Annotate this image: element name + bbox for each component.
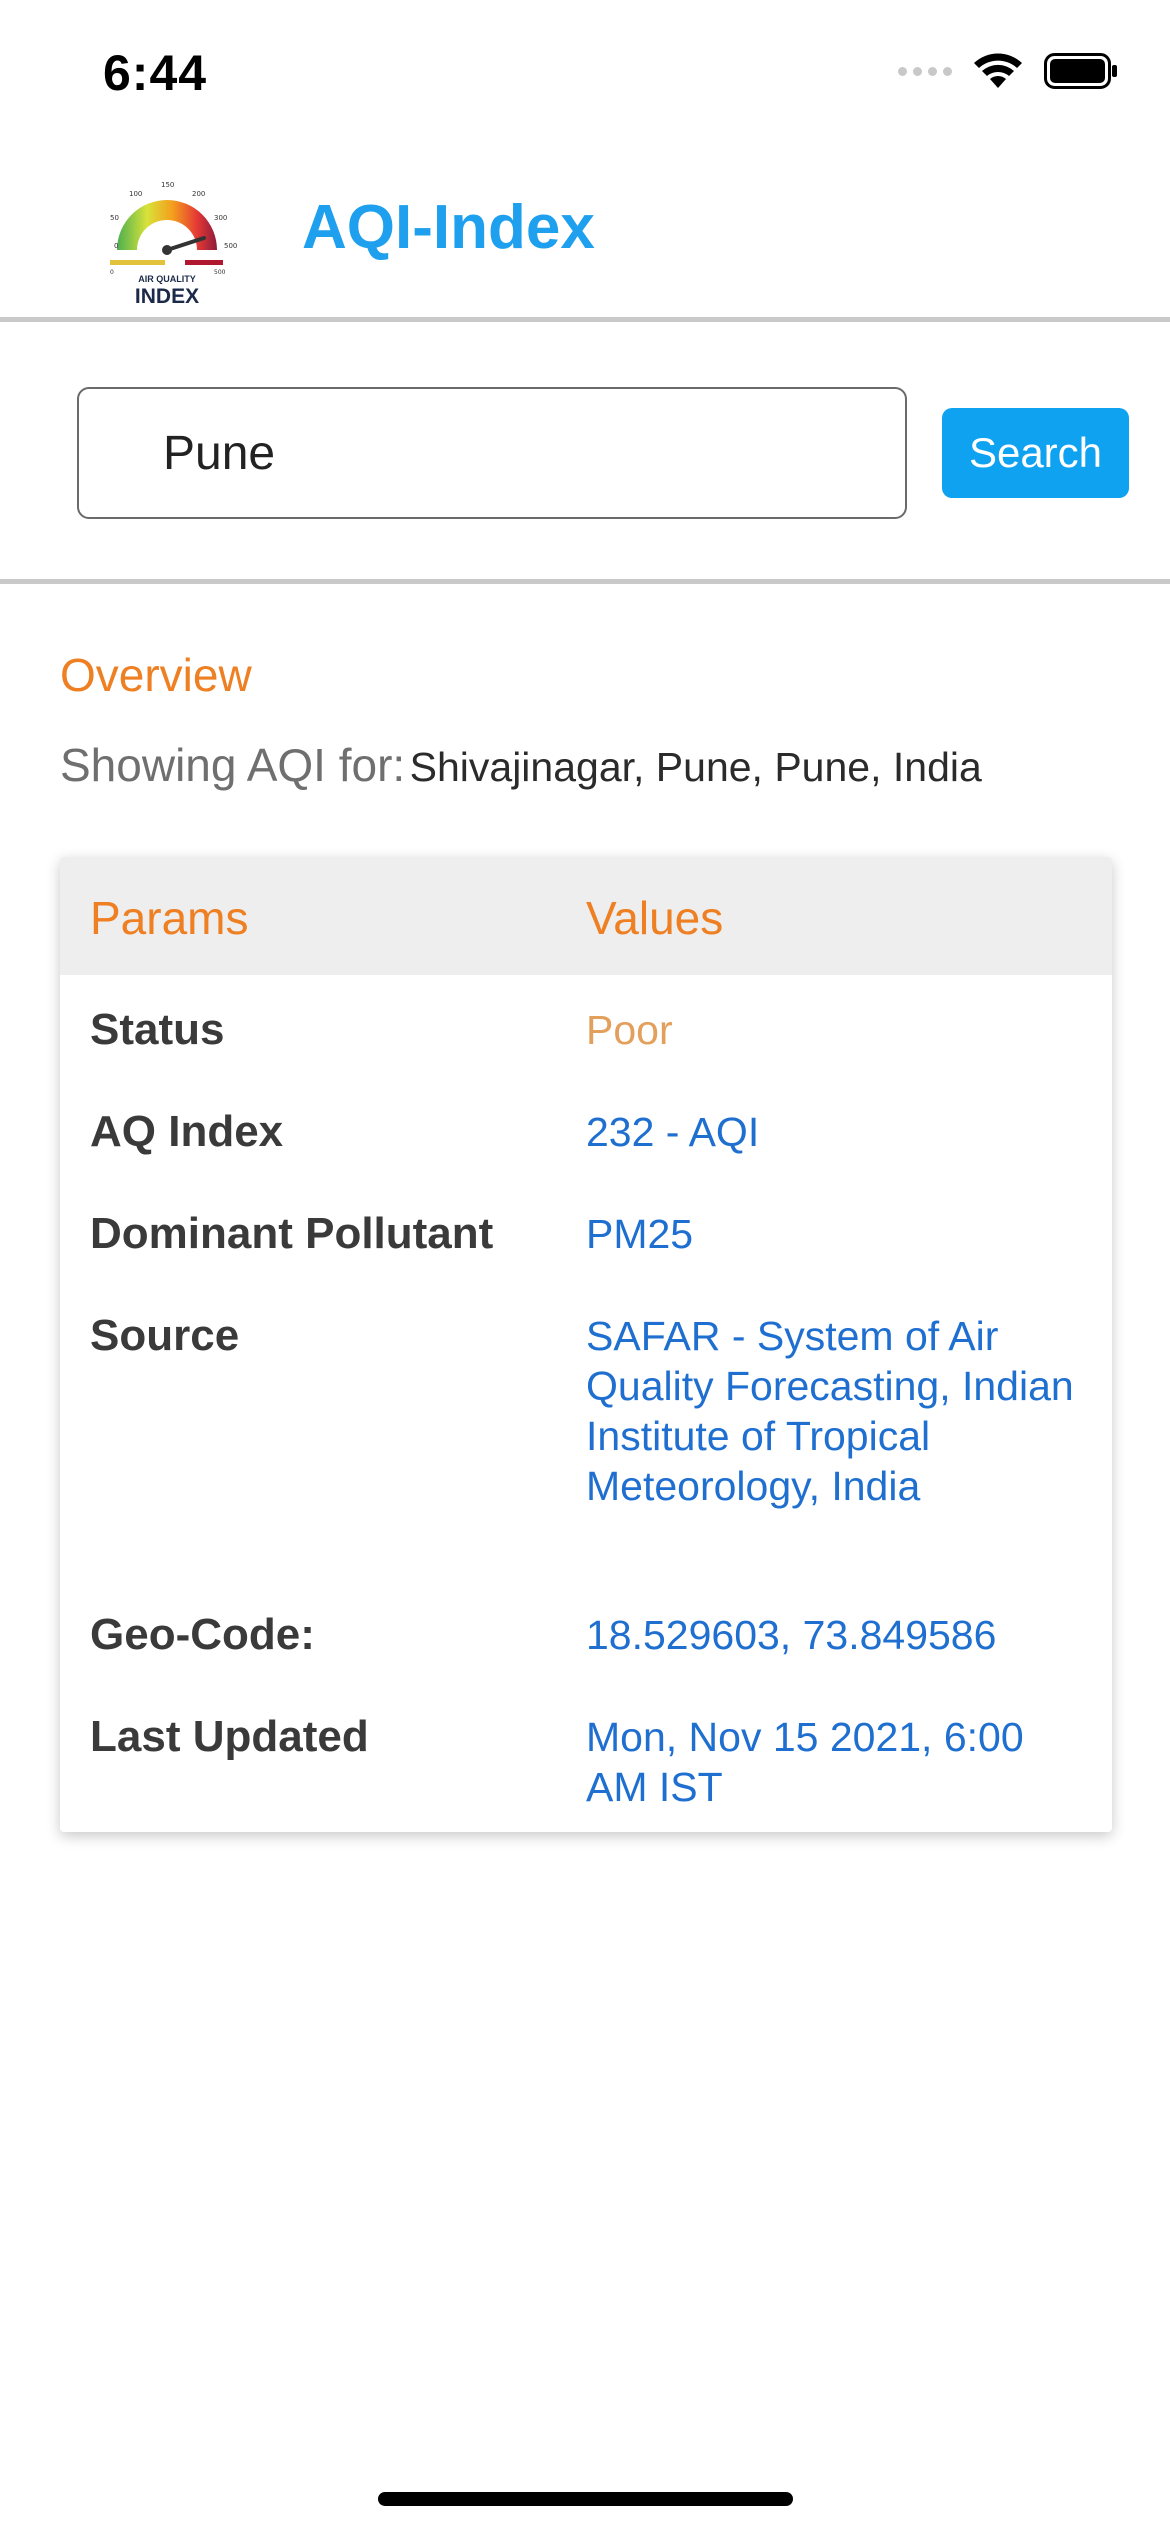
row-value: 18.529603, 73.849586: [586, 1612, 997, 1658]
svg-text:150: 150: [161, 181, 174, 189]
status-icons: [898, 52, 1118, 90]
status-time: 6:44: [103, 45, 208, 101]
showing-label: Showing AQI for:: [60, 739, 406, 791]
svg-text:500: 500: [214, 269, 226, 276]
app-header: 0 50 100 150 200 300 500 0 500 AIR QUALI…: [0, 150, 1170, 322]
row-value: PM25: [586, 1211, 694, 1257]
search-area: Search: [0, 322, 1170, 584]
search-button[interactable]: Search: [942, 408, 1129, 498]
svg-text:0: 0: [110, 269, 114, 276]
row-label: Source: [90, 1311, 240, 1360]
row-value: SAFAR - System of Air Quality Forecastin…: [586, 1313, 1074, 1509]
status-bar: 6:44: [0, 0, 1170, 150]
row-value: Poor: [586, 1007, 673, 1053]
header-values: Values: [586, 892, 724, 944]
row-label: Status: [90, 1005, 225, 1054]
svg-text:0: 0: [114, 242, 118, 250]
aqi-table-card: Params Values Status Poor AQ Index 232 -…: [60, 857, 1112, 1832]
svg-text:AIR QUALITY: AIR QUALITY: [138, 274, 196, 284]
wifi-icon: [974, 53, 1022, 88]
row-label: AQ Index: [90, 1107, 284, 1156]
svg-text:500: 500: [224, 242, 237, 250]
location-value: Shivajinagar, Pune, Pune, India: [409, 744, 982, 790]
svg-text:200: 200: [192, 190, 205, 198]
search-input[interactable]: [77, 387, 907, 519]
row-label: Dominant Pollutant: [90, 1209, 494, 1258]
row-value: 232 - AQI: [586, 1109, 760, 1155]
home-indicator: [378, 2492, 793, 2506]
svg-text:100: 100: [129, 190, 142, 198]
app-title: AQI-Index: [302, 193, 595, 262]
header-params: Params: [90, 892, 249, 944]
showing-line: Showing AQI for: Shivajinagar, Pune, Pun…: [60, 738, 1140, 792]
row-value: Mon, Nov 15 2021, 6:00 AM IST: [586, 1714, 1024, 1810]
svg-text:50: 50: [110, 214, 119, 222]
svg-text:300: 300: [214, 214, 227, 222]
row-label: Last Updated: [90, 1712, 369, 1761]
aqi-logo: 0 50 100 150 200 300 500 0 500 AIR QUALI…: [110, 181, 237, 308]
svg-text:INDEX: INDEX: [135, 285, 199, 308]
table-header: Params Values: [60, 857, 1112, 975]
row-label: Geo-Code:: [90, 1610, 315, 1659]
battery-icon: [1044, 53, 1117, 89]
overview-title: Overview: [60, 649, 252, 701]
cellular-signal-icon: [898, 66, 952, 76]
